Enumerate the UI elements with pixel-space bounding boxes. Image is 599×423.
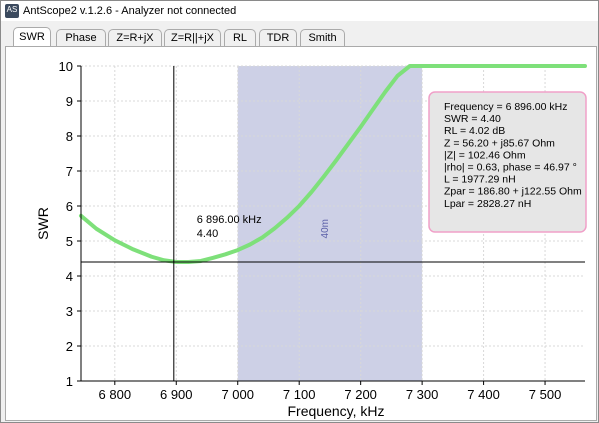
chart-panel[interactable]: 40m 1 2 3 4 5 6 7 8 9 10 6 800 6 900 7 000 7 100 7 200… [5,46,597,421]
x-tick-label: 7 500 [529,387,562,402]
y-tick-label: 5 [66,234,73,249]
data-point [452,65,454,67]
data-point [237,249,239,251]
data-point [372,108,374,110]
data-point [409,65,411,67]
data-point [347,143,349,145]
data-point [384,91,386,93]
info-line: L = 1977.29 nH [444,174,516,186]
x-tick-label: 7 000 [221,387,254,402]
x-tick-label: 7 400 [467,387,500,402]
data-point [421,65,423,67]
info-line: |rho| = 0.63, phase = 46.97 ° [444,162,577,174]
info-line: Frequency = 6 896.00 kHz [444,101,567,113]
swr-chart[interactable]: 40m 1 2 3 4 5 6 7 8 9 10 6 800 6 900 7 000 7 100 7 200… [6,47,596,420]
data-point [163,259,165,261]
y-tick-label: 2 [66,339,73,354]
data-point [151,256,153,258]
data-point [584,65,586,67]
data-point [261,237,263,238]
x-tick-label: 7 300 [406,387,439,402]
data-point [132,248,134,250]
x-tick-label: 7 100 [283,387,316,402]
data-point [513,65,515,67]
info-line: RL = 4.02 dB [444,125,505,137]
info-line: SWR = 4.40 [444,113,501,125]
info-line: |Z| = 102.46 Ohm [444,149,526,161]
app-logo-text: AS [6,5,18,14]
app-logo-icon: AS [5,4,19,18]
y-tick-label: 3 [66,304,73,319]
tab-phase[interactable]: Phase [56,29,106,46]
data-point [397,75,399,77]
info-line: Z = 56.20 + j85.67 Ohm [444,137,555,149]
y-tick-label: 9 [66,94,73,109]
tab-bar: SWR Phase Z=R+jX Z=R||+jX RL TDR Smith [1,25,598,47]
info-line: Lpar = 2828.27 nH [444,198,531,210]
data-point [274,227,276,229]
data-point [114,239,116,241]
y-tick-label: 7 [66,164,73,179]
title-bar: AS AntScope2 v.1.2.6 - Analyzer not conn… [1,1,598,21]
data-point [249,244,251,245]
data-point [360,126,362,128]
data-point [483,65,485,67]
data-point [200,260,202,262]
cursor-frequency-label: 6 896.00 kHz [197,214,262,226]
data-point [323,176,325,178]
data-point [224,253,226,255]
data-point [95,228,97,230]
tab-rl[interactable]: RL [224,29,256,46]
app-window: AS AntScope2 v.1.2.6 - Analyzer not conn… [0,0,599,423]
data-point [212,257,214,259]
tab-z-parallel[interactable]: Z=R||+jX [164,29,221,46]
band-label: 40m [320,219,331,238]
tab-swr[interactable]: SWR [13,27,51,47]
y-tick-label: 6 [66,199,73,214]
x-tick-label: 6 900 [160,387,193,402]
x-tick-label: 6 800 [99,387,132,402]
y-tick-label: 1 [66,374,73,389]
window-title: AntScope2 v.1.2.6 - Analyzer not connect… [23,5,237,17]
x-axis-label: Frequency, kHz [288,403,385,419]
y-axis-label: SWR [35,207,51,240]
data-point [544,65,546,67]
data-point [310,191,312,193]
cursor-swr-label: 4.40 [197,228,218,240]
data-point [298,205,300,207]
info-line: Zpar = 186.80 + j122.55 Ohm [444,186,582,198]
y-tick-label: 4 [66,269,73,284]
tab-smith[interactable]: Smith [300,29,345,46]
y-tick-label: 10 [59,59,73,74]
tab-tdr[interactable]: TDR [259,29,297,46]
data-point [335,160,337,161]
tab-z-rjx[interactable]: Z=R+jX [108,29,162,46]
y-tick-label: 8 [66,129,73,144]
data-point [286,217,288,219]
x-tick-label: 7 200 [344,387,377,402]
